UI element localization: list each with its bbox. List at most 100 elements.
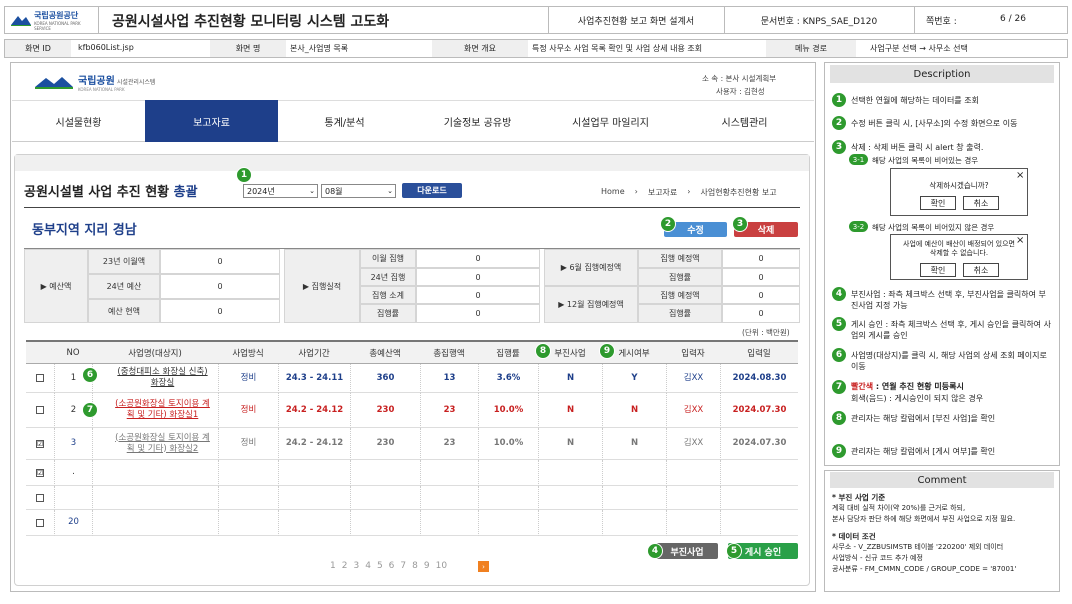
exec-key: 이월 집행 — [360, 249, 416, 268]
exec-key: 24년 집행 — [360, 268, 416, 286]
desc-1: 선택한 연월에 해당하는 데이터를 조회 — [851, 96, 979, 105]
alert-2-cancel-button[interactable]: 취소 — [963, 263, 999, 277]
alert-2-ok-button[interactable]: 확인 — [920, 263, 956, 277]
org-logo-text: 국립공원공단 — [34, 10, 79, 20]
marker-4: 4 — [647, 543, 663, 559]
org-logo: 국립공원공단 KOREA NATIONAL PARK SERVICE — [10, 9, 96, 31]
page-link-9[interactable]: 9 — [424, 561, 430, 571]
chevron-right-icon: › — [634, 187, 638, 196]
table-cell-poor — [538, 510, 602, 536]
col-name: 사업명(대상지) — [92, 340, 218, 364]
table-cell-name[interactable]: (중청대피소 화장실 신축) 화장실 — [92, 364, 218, 393]
nav-mileage[interactable]: 시설업무 마일리지 — [544, 100, 677, 142]
year-select-value: 2024년 — [247, 186, 275, 196]
plan12-label: ▶ 12월 집행예정액 — [544, 286, 638, 323]
page-link-6[interactable]: 6 — [389, 561, 395, 571]
app-logo-en: KOREA NATIONAL PARK — [78, 87, 125, 92]
exec-key: 집행률 — [360, 304, 416, 323]
alert-1-cancel-button[interactable]: 취소 — [963, 196, 999, 210]
nav-system[interactable]: 시스템관리 — [677, 100, 812, 142]
page-link-8[interactable]: 8 — [412, 561, 418, 571]
unit-label: (단위 : 백만원) — [742, 328, 790, 337]
table-cell-method: 정비 — [218, 428, 278, 460]
row-checkbox[interactable]: ☑ — [36, 468, 44, 477]
plan-value: 0 — [722, 268, 800, 286]
table-cell-check[interactable] — [26, 393, 54, 428]
table-cell-exec: 23 — [420, 428, 478, 460]
pagination: 1 2 3 4 5 6 7 8 9 10 — [330, 561, 447, 571]
app-logo[interactable]: 국립공원 시설관리시스템 KOREA NATIONAL PARK — [34, 72, 155, 92]
budget-value: 0 — [160, 274, 280, 299]
page-link-2[interactable]: 2 — [342, 561, 348, 571]
park-logo-icon — [11, 16, 31, 26]
screen-name-label: 화면 명 — [210, 40, 286, 57]
nav-tech-share[interactable]: 기술정보 공유방 — [411, 100, 544, 142]
table-cell-check[interactable] — [26, 486, 54, 510]
screen-name: 본사_사업명 목록 — [290, 44, 349, 53]
table-cell-check[interactable] — [26, 510, 54, 536]
table-cell-name[interactable]: (소공원화장실 토지이용 계획 및 기타) 화장실1 — [92, 393, 218, 428]
marker-1: 1 — [831, 92, 847, 108]
desc-7-gray: 회색(음드) : 게시승인이 되지 않은 경우 — [851, 394, 984, 403]
marker-4: 4 — [831, 286, 847, 302]
breadcrumb-home[interactable]: Home — [601, 187, 625, 198]
doc-type: 사업추진현황 보고 화면 설계서 — [577, 16, 695, 27]
table-cell-method — [218, 486, 278, 510]
comment-title: Comment — [830, 472, 1054, 488]
col-exec: 총집행액 — [420, 340, 478, 364]
table-cell-budget — [350, 460, 420, 486]
table-cell-name[interactable]: (소공원화장실 토지이용 계획 및 기타) 화장실2 — [92, 428, 218, 460]
row-checkbox[interactable] — [36, 406, 44, 414]
plan-value: 0 — [722, 249, 800, 268]
col-user: 입력자 — [666, 340, 720, 364]
breadcrumb: Home › 보고자료 › 사업현황추진현황 보고 — [601, 187, 777, 198]
table-cell-exec: 13 — [420, 364, 478, 393]
page-link-7[interactable]: 7 — [400, 561, 406, 571]
row-checkbox[interactable] — [36, 374, 44, 382]
download-button[interactable]: 다운로드 — [402, 183, 462, 198]
table-cell-date: 2024.07.30 — [720, 393, 798, 428]
month-select[interactable]: 08월 ⌄ — [321, 184, 396, 198]
exec-value: 0 — [416, 286, 540, 304]
table-cell-post — [602, 510, 666, 536]
alert-1-ok-button[interactable]: 확인 — [920, 196, 956, 210]
table-cell-period — [278, 460, 350, 486]
content-topbar — [15, 155, 809, 171]
plan-value: 0 — [722, 304, 800, 323]
page-link-10[interactable]: 10 — [436, 561, 447, 571]
alert-dialog-1 — [890, 168, 1028, 216]
breadcrumb-reports[interactable]: 보고자료 — [648, 187, 677, 198]
table-cell-rate — [478, 486, 538, 510]
budget-value: 0 — [160, 249, 280, 274]
table-cell-date — [720, 486, 798, 510]
exec-value: 0 — [416, 268, 540, 286]
nav-facility[interactable]: 시설물현황 — [12, 100, 145, 142]
region-title: 동부지역 지리 경남 — [32, 223, 137, 238]
year-select[interactable]: 2024년 ⌄ — [243, 184, 318, 198]
page-label: 쪽번호 : — [926, 17, 957, 27]
table-cell-period: 24.2 - 24.12 — [278, 393, 350, 428]
table-cell-budget — [350, 510, 420, 536]
row-checkbox[interactable] — [36, 493, 44, 502]
row-checkbox[interactable] — [36, 518, 44, 527]
next-page-icon[interactable]: › — [478, 561, 489, 572]
page-link-3[interactable]: 3 — [353, 561, 359, 571]
table-cell-check[interactable]: ☑ — [26, 428, 54, 460]
table-cell-check[interactable]: ☑ — [26, 460, 54, 486]
desc-3-2: 해당 사업의 목록이 비어있지 않은 경우 — [872, 223, 995, 232]
marker-3: 3 — [732, 216, 748, 232]
chevron-right-icon: › — [687, 187, 691, 196]
nav-reports[interactable]: 보고자료 — [145, 100, 278, 142]
poor-project-button[interactable]: 부진사업 — [656, 543, 718, 559]
page-link-1[interactable]: 1 — [330, 561, 336, 571]
table-cell-poor: N — [538, 428, 602, 460]
page-link-5[interactable]: 5 — [377, 561, 383, 571]
table-cell-check[interactable] — [26, 364, 54, 393]
budget-key: 23년 이월액 — [88, 249, 160, 274]
page-link-4[interactable]: 4 — [365, 561, 371, 571]
plan-value: 0 — [722, 286, 800, 304]
nav-statistics[interactable]: 통계/분석 — [278, 100, 411, 142]
marker-2: 2 — [660, 216, 676, 232]
row-checkbox[interactable]: ☑ — [36, 439, 44, 448]
table-cell-method: 정비 — [218, 364, 278, 393]
